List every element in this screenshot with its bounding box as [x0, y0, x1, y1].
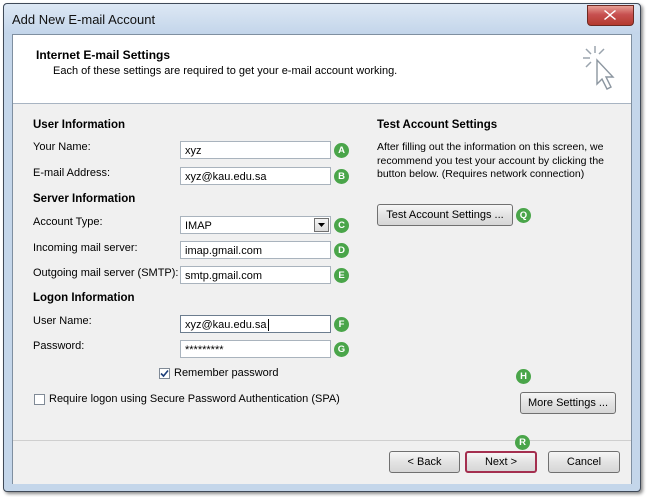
dialog-footer: R < Back Next > Cancel [13, 435, 631, 484]
close-icon [604, 10, 616, 20]
account-type-select[interactable]: IMAP [180, 216, 331, 234]
badge-b: B [334, 169, 349, 184]
your-name-input[interactable]: xyz [180, 141, 331, 159]
outgoing-server-input[interactable]: smtp.gmail.com [180, 266, 331, 284]
password-input[interactable]: ********* [180, 340, 331, 358]
account-type-value: IMAP [185, 220, 212, 232]
badge-e: E [334, 268, 349, 283]
badge-g: G [334, 342, 349, 357]
test-description-line: recommend you test your account by click… [377, 154, 605, 167]
incoming-server-input[interactable]: imap.gmail.com [180, 241, 331, 259]
test-settings-description: After filling out the information on thi… [377, 141, 604, 182]
settings-body: User Information Your Name: xyz A E-mail… [13, 104, 631, 440]
header-subtitle: Each of these settings are required to g… [53, 65, 398, 77]
test-settings-heading: Test Account Settings [377, 119, 498, 131]
password-label: Password: [33, 340, 85, 352]
badge-a: A [334, 143, 349, 158]
email-address-input[interactable]: xyz@kau.edu.sa [180, 167, 331, 185]
badge-f: F [334, 317, 349, 332]
close-button[interactable] [587, 5, 634, 26]
badge-d: D [334, 243, 349, 258]
badge-r: R [515, 435, 530, 450]
server-info-heading: Server Information [33, 193, 136, 205]
badge-c: C [334, 218, 349, 233]
dropdown-button[interactable] [314, 218, 329, 232]
test-account-settings-button[interactable]: Test Account Settings ... [377, 204, 513, 226]
cancel-button[interactable]: Cancel [548, 451, 620, 473]
badge-q: Q [516, 208, 531, 223]
checkmark-icon [160, 369, 169, 378]
account-type-label: Account Type: [33, 216, 103, 228]
test-description-line: button below. (Requires network connecti… [377, 168, 585, 180]
spa-checkbox[interactable] [34, 394, 45, 405]
outgoing-server-label: Outgoing mail server (SMTP): [33, 267, 179, 279]
user-info-heading: User Information [33, 119, 126, 131]
back-button[interactable]: < Back [389, 451, 460, 473]
user-name-label: User Name: [33, 315, 92, 327]
user-name-input[interactable]: xyz@kau.edu.sa [180, 315, 331, 333]
logon-info-heading: Logon Information [33, 292, 135, 304]
more-settings-button[interactable]: More Settings ... [520, 392, 616, 414]
your-name-label: Your Name: [33, 141, 91, 153]
incoming-server-label: Incoming mail server: [33, 242, 138, 254]
test-description-line: After filling out the information on thi… [377, 141, 604, 153]
window-title: Add New E-mail Account [12, 12, 156, 27]
spa-label: Require logon using Secure Password Auth… [49, 393, 340, 405]
remember-password-checkbox[interactable] [159, 368, 170, 379]
badge-h: H [516, 369, 531, 384]
dialog-window: Add New E-mail Account Internet E-mail S… [3, 3, 641, 492]
remember-password-label: Remember password [174, 367, 279, 379]
text-caret [267, 319, 269, 332]
header-title: Internet E-mail Settings [36, 48, 171, 62]
dialog-client-area: Internet E-mail Settings Each of these s… [12, 34, 632, 484]
title-bar: Add New E-mail Account [4, 4, 640, 34]
next-button[interactable]: Next > [465, 451, 537, 473]
email-address-label: E-mail Address: [33, 167, 111, 179]
user-name-value: xyz@kau.edu.sa [185, 319, 267, 331]
dialog-header: Internet E-mail Settings Each of these s… [13, 35, 631, 104]
chevron-down-icon [318, 223, 325, 227]
cursor-sparkle-icon [583, 46, 615, 90]
